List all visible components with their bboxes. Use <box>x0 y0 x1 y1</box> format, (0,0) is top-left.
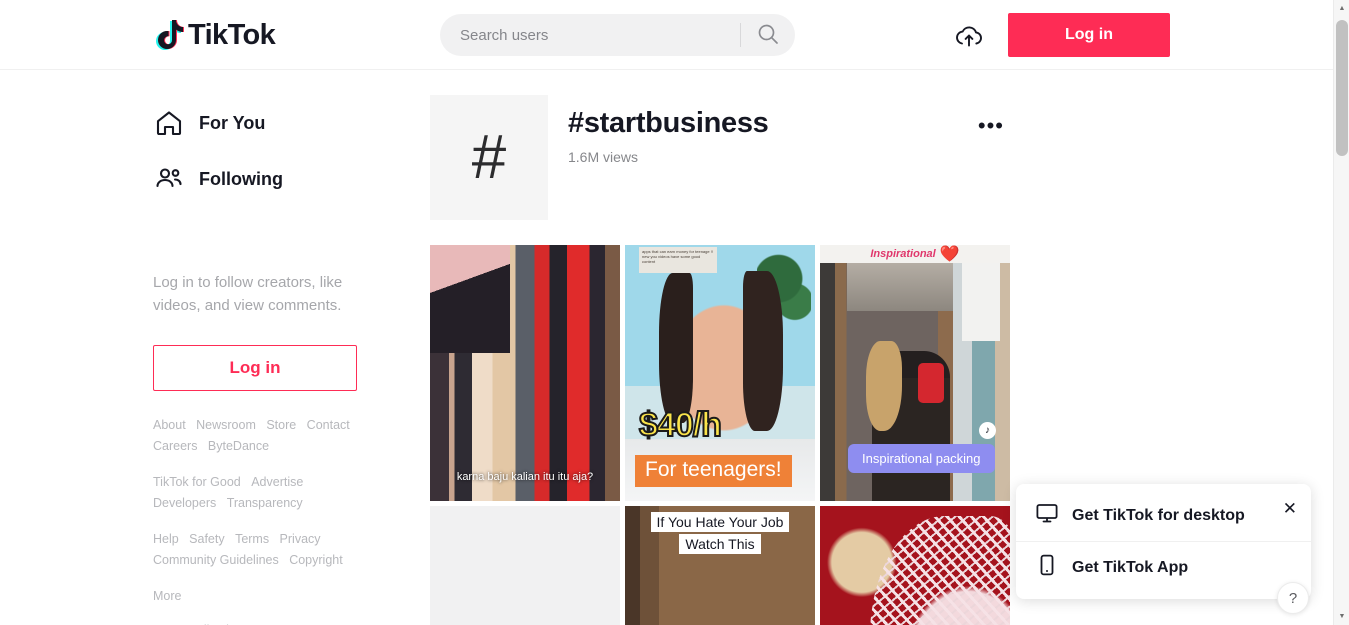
sidebar-item-for-you[interactable]: For You <box>153 95 393 151</box>
video-caption-5: If You Hate Your Job Watch This <box>625 512 815 556</box>
phone-icon <box>1036 554 1058 581</box>
video-card-6[interactable] <box>820 506 1010 625</box>
tiktok-note-icon <box>155 18 185 52</box>
video-grid: karna baju kalian itu itu aja? apps that… <box>430 245 1020 625</box>
video-caption-5-line1: If You Hate Your Job <box>650 512 790 532</box>
left-sidebar: For You Following Log in to follow creat… <box>153 95 393 625</box>
get-tiktok-popup: Get TikTok for desktop Get TikTok App ✕ <box>1016 484 1311 599</box>
fluffy-texture-decoration <box>870 516 1010 625</box>
header-login-button[interactable]: Log in <box>1008 13 1170 57</box>
get-tiktok-desktop-label: Get TikTok for desktop <box>1072 506 1245 524</box>
video-card-1[interactable]: karna baju kalian itu itu aja? <box>430 245 620 501</box>
people-icon <box>153 163 185 195</box>
footer-link-newsroom[interactable]: Newsroom <box>196 418 256 432</box>
page-scrollbar[interactable]: ▲ ▼ <box>1333 0 1349 625</box>
footer-link-safety[interactable]: Safety <box>189 532 224 546</box>
footer-link-terms[interactable]: Terms <box>235 532 269 546</box>
video-caption-1: karna baju kalian itu itu aja? <box>456 471 594 483</box>
video-card-2[interactable]: apps that can earn money for teenage !! … <box>625 245 815 501</box>
sidebar-item-for-you-label: For You <box>199 112 266 133</box>
scrollbar-up-arrow[interactable]: ▲ <box>1334 0 1349 17</box>
main-content: # #startbusiness 1.6M views ••• karna ba… <box>430 95 1020 625</box>
video-card-5[interactable]: If You Hate Your Job Watch This <box>625 506 815 625</box>
video-caption-2-primary: $40/h <box>638 405 723 445</box>
footer-links-group-2: TikTok for Good Advertise Developers Tra… <box>153 472 368 514</box>
hair-left-decoration <box>659 273 693 423</box>
hashtag-info: #startbusiness 1.6M views <box>568 95 769 165</box>
footer-link-developers[interactable]: Developers <box>153 496 216 510</box>
ceiling-decoration <box>846 257 953 311</box>
footer-link-privacy[interactable]: Privacy <box>280 532 321 546</box>
page-title: #startbusiness <box>568 107 769 139</box>
video-card-3[interactable]: Inspirational ❤️ Inspirational packing ♪ <box>820 245 1010 501</box>
hashtag-avatar: # <box>430 95 548 220</box>
sidebar-login-button[interactable]: Log in <box>153 345 357 391</box>
footer-link-bytedance[interactable]: ByteDance <box>208 439 269 453</box>
footer-links-group-3: Help Safety Terms Privacy Community Guid… <box>153 529 368 571</box>
sidebar-item-following-label: Following <box>199 168 283 189</box>
footer-link-advertise[interactable]: Advertise <box>251 475 303 489</box>
login-prompt-text: Log in to follow creators, like videos, … <box>153 274 343 314</box>
tiktok-hashtag-page: TikTok Log in <box>0 0 1349 625</box>
close-icon[interactable]: ✕ <box>1283 500 1297 517</box>
help-button[interactable]: ? <box>1277 582 1309 614</box>
upload-button[interactable] <box>952 20 986 54</box>
footer-link-about[interactable]: About <box>153 418 186 432</box>
footer-link-careers[interactable]: Careers <box>153 439 197 453</box>
video-thumbnail-1 <box>430 245 620 501</box>
video-top-label-3: Inspirational <box>870 248 936 260</box>
get-tiktok-desktop-row[interactable]: Get TikTok for desktop <box>1016 490 1311 541</box>
footer-link-contact[interactable]: Contact <box>307 418 350 432</box>
tiktok-badge-icon: ♪ <box>979 422 996 439</box>
sidebar-item-following[interactable]: Following <box>153 151 393 207</box>
heart-icon: ❤️ <box>939 246 960 263</box>
video-card-4[interactable] <box>430 506 620 625</box>
footer-link-more[interactable]: More <box>153 589 181 603</box>
footer-link-store[interactable]: Store <box>266 418 296 432</box>
scrollbar-thumb[interactable] <box>1336 20 1348 156</box>
video-caption-5-line2: Watch This <box>679 534 761 554</box>
video-thumbnail-6 <box>820 506 1010 625</box>
get-tiktok-app-label: Get TikTok App <box>1072 558 1189 576</box>
footer-link-help[interactable]: Help <box>153 532 179 546</box>
hashtag-header: # #startbusiness 1.6M views ••• <box>430 95 1020 220</box>
phone-decoration <box>918 363 944 403</box>
search-input[interactable] <box>440 26 740 44</box>
monitor-icon <box>1036 502 1058 529</box>
search-bar[interactable] <box>440 14 795 56</box>
video-overlay-note-2: apps that can earn money for teenage !! … <box>639 247 717 273</box>
footer-link-copyright[interactable]: Copyright <box>289 553 343 567</box>
footer-link-transparency[interactable]: Transparency <box>227 496 303 510</box>
top-header: TikTok Log in <box>0 0 1333 70</box>
hair-right-decoration <box>743 271 783 431</box>
tiktok-logo-text: TikTok <box>188 19 276 51</box>
hashtag-view-count: 1.6M views <box>568 149 639 165</box>
cloud-upload-icon <box>954 23 984 52</box>
hair-decoration <box>866 341 902 431</box>
video-top-text-3: Inspirational ❤️ <box>820 245 1010 263</box>
video-caption-3: Inspirational packing <box>848 444 995 473</box>
home-icon <box>153 107 185 139</box>
video-caption-2-secondary: For teenagers! <box>635 455 792 487</box>
get-tiktok-app-row[interactable]: Get TikTok App <box>1016 541 1311 593</box>
hash-icon: # <box>471 122 507 192</box>
footer-link-community-guidelines[interactable]: Community Guidelines <box>153 553 279 567</box>
tiktok-logo[interactable]: TikTok <box>155 18 276 52</box>
more-options-button[interactable]: ••• <box>970 113 1012 139</box>
footer-links-group-4: More <box>153 586 368 607</box>
footer-link-tiktok-for-good[interactable]: TikTok for Good <box>153 475 241 489</box>
scrollbar-down-arrow[interactable]: ▼ <box>1334 608 1349 625</box>
search-button[interactable] <box>741 14 795 56</box>
video-thumbnail-4 <box>430 506 620 625</box>
footer-links-group-1: About Newsroom Store Contact Careers Byt… <box>153 415 368 457</box>
search-icon <box>757 23 779 48</box>
